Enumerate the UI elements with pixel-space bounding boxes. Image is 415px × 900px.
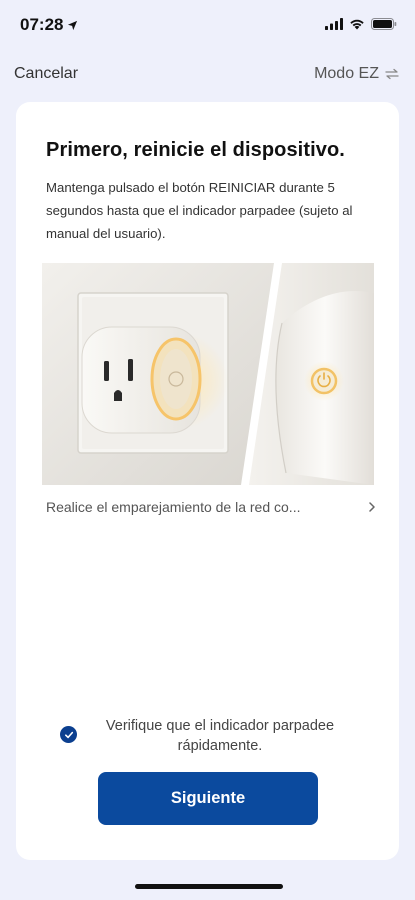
- nav-bar: Cancelar Modo EZ: [0, 60, 415, 90]
- wifi-icon: [350, 19, 364, 30]
- status-icons: [325, 18, 397, 30]
- mode-label: Modo EZ: [314, 65, 379, 82]
- pairing-mode-link[interactable]: Realice el emparejamiento de la red co..…: [46, 496, 376, 518]
- reset-instructions-card: Primero, reinicie el dispositivo. Manten…: [16, 102, 399, 860]
- swap-arrows-icon: [385, 68, 399, 80]
- verify-text: Verifique que el indicador parpadee rápi…: [105, 718, 335, 754]
- device-reset-illustration: [42, 263, 374, 485]
- checkmark-icon: [64, 731, 73, 738]
- next-button[interactable]: Siguiente: [98, 772, 318, 825]
- mode-switch-button[interactable]: Modo EZ: [314, 65, 399, 83]
- pairing-link-text: Realice el emparejamiento de la red co..…: [46, 499, 301, 515]
- home-indicator: [135, 884, 283, 889]
- page-title: Primero, reinicie el dispositivo.: [46, 139, 345, 161]
- verify-checkbox[interactable]: [60, 726, 77, 743]
- chevron-right-icon: [369, 502, 375, 512]
- instructions-text: Mantenga pulsado el botón REINICIAR dura…: [46, 180, 353, 241]
- verify-confirmation: Verifique que el indicador parpadee rápi…: [60, 716, 360, 756]
- status-bar: 07:28: [0, 0, 415, 50]
- location-arrow-icon: [68, 20, 78, 30]
- status-time-text: 07:28: [20, 15, 64, 34]
- cancel-button[interactable]: Cancelar: [14, 65, 78, 83]
- cellular-signal-icon: [325, 18, 343, 30]
- battery-icon: [371, 18, 397, 30]
- status-time: 07:28: [20, 15, 78, 35]
